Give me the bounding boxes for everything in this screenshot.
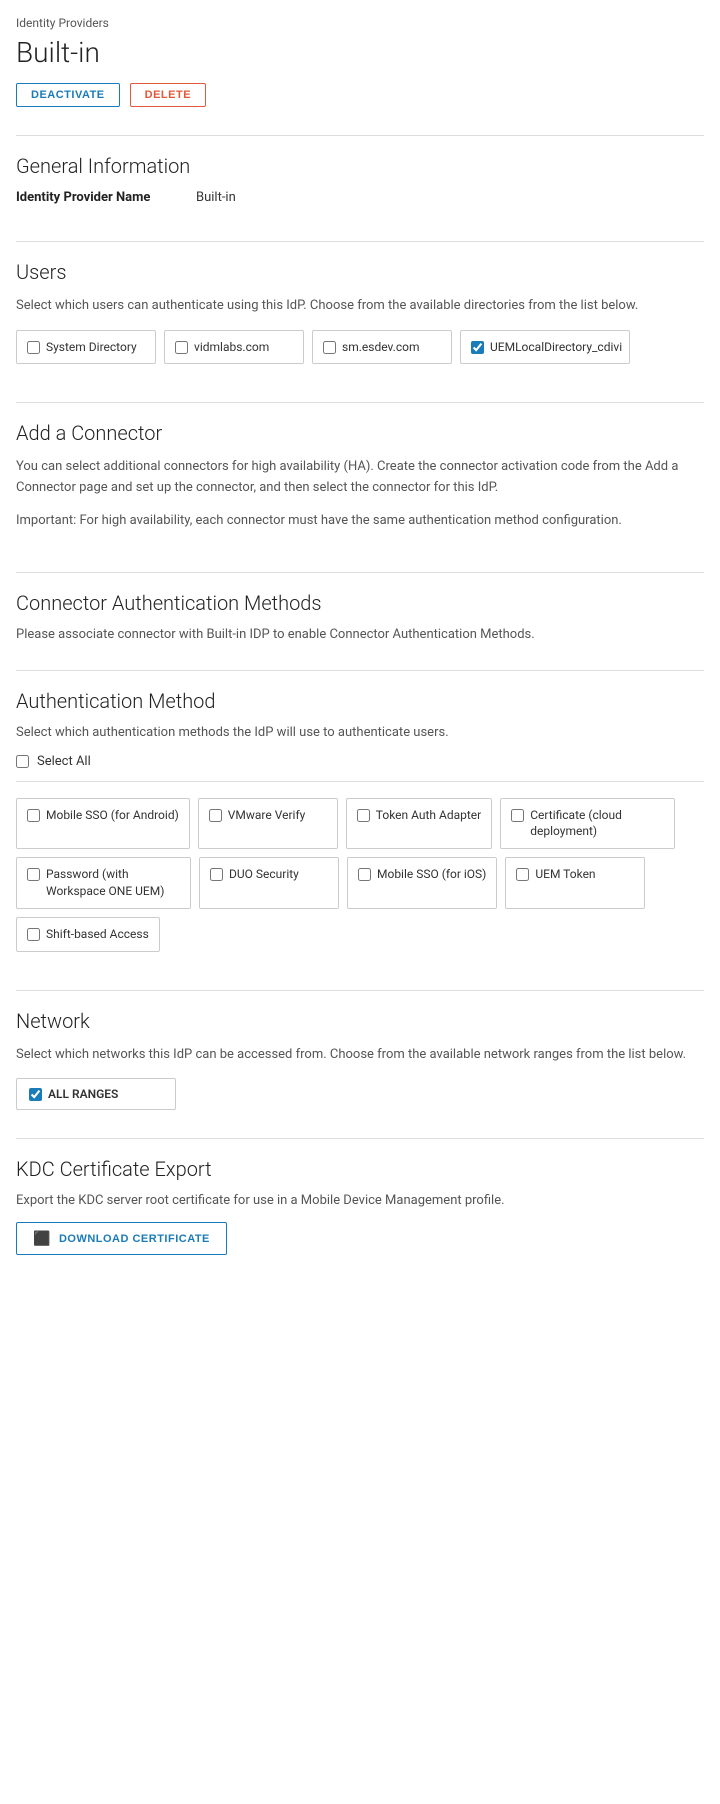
list-item[interactable]: Token Auth Adapter: [346, 798, 492, 850]
auth-label-token-auth: Token Auth Adapter: [376, 807, 481, 824]
auth-checkbox-mobile-sso-ios[interactable]: [358, 868, 371, 881]
divider-3: [16, 402, 704, 403]
breadcrumb: Identity Providers: [16, 16, 704, 30]
auth-checkbox-uem-token[interactable]: [516, 868, 529, 881]
auth-label-mobile-sso-android: Mobile SSO (for Android): [46, 807, 179, 824]
kdc-title: KDC Certificate Export: [16, 1157, 704, 1181]
list-item[interactable]: UEMLocalDirectory_cdivi: [460, 330, 630, 365]
list-item[interactable]: System Directory: [16, 330, 156, 365]
divider-6: [16, 990, 704, 991]
network-section: Network Select which networks this IdP c…: [16, 1009, 704, 1121]
list-item[interactable]: VMware Verify: [198, 798, 338, 850]
directory-checkbox-vidmlabs[interactable]: [175, 341, 188, 354]
auth-label-uem-token: UEM Token: [535, 866, 595, 883]
list-item[interactable]: ALL RANGES: [16, 1078, 176, 1110]
list-item[interactable]: Mobile SSO (for iOS): [347, 857, 497, 909]
auth-checkbox-mobile-sso-android[interactable]: [27, 809, 40, 822]
auth-checkbox-duo-security[interactable]: [210, 868, 223, 881]
auth-label-certificate-cloud: Certificate (cloud deployment): [530, 807, 664, 841]
divider-1: [16, 135, 704, 136]
auth-label-shift-based: Shift-based Access: [46, 926, 149, 943]
identity-provider-name-value: Built-in: [196, 190, 236, 205]
deactivate-button[interactable]: DEACTIVATE: [16, 83, 120, 107]
auth-checkbox-password-uem[interactable]: [27, 868, 40, 881]
connector-auth-title: Connector Authentication Methods: [16, 591, 704, 615]
list-item[interactable]: DUO Security: [199, 857, 339, 909]
directory-checkbox-smesdev[interactable]: [323, 341, 336, 354]
delete-button[interactable]: DELETE: [130, 83, 206, 107]
download-certificate-label: DOWNLOAD CERTIFICATE: [59, 1233, 210, 1245]
auth-label-duo-security: DUO Security: [229, 866, 299, 883]
users-section: Users Select which users can authenticat…: [16, 260, 704, 384]
network-title: Network: [16, 1009, 704, 1033]
auth-checkbox-shift-based[interactable]: [27, 928, 40, 941]
directory-label-smesdev: sm.esdev.com: [342, 339, 420, 356]
select-all-checkbox[interactable]: [16, 755, 29, 768]
action-buttons: DEACTIVATE DELETE: [16, 83, 704, 107]
auth-checkbox-token-auth[interactable]: [357, 809, 370, 822]
users-description: Select which users can authenticate usin…: [16, 296, 704, 316]
directory-label-uemlocaldir: UEMLocalDirectory_cdivi: [490, 339, 622, 356]
add-connector-desc2: Important: For high availability, each c…: [16, 511, 704, 532]
directory-label-system: System Directory: [46, 339, 137, 356]
list-item[interactable]: UEM Token: [505, 857, 645, 909]
auth-method-title: Authentication Method: [16, 689, 704, 713]
users-title: Users: [16, 260, 704, 284]
divider-5: [16, 670, 704, 671]
kdc-section: KDC Certificate Export Export the KDC se…: [16, 1157, 704, 1265]
list-item[interactable]: Password (with Workspace ONE UEM): [16, 857, 191, 909]
directory-checkbox-system[interactable]: [27, 341, 40, 354]
identity-provider-name-label: Identity Provider Name: [16, 190, 176, 205]
connector-auth-desc: Please associate connector with Built-in…: [16, 627, 704, 642]
select-all-row: Select All: [16, 754, 704, 782]
general-info-title: General Information: [16, 154, 704, 178]
divider-2: [16, 241, 704, 242]
auth-method-section: Authentication Method Select which authe…: [16, 689, 704, 972]
directory-label-vidmlabs: vidmlabs.com: [194, 339, 269, 356]
list-item[interactable]: Mobile SSO (for Android): [16, 798, 190, 850]
download-icon: ⬛: [33, 1230, 51, 1247]
add-connector-desc1: You can select additional connectors for…: [16, 457, 704, 499]
list-item[interactable]: sm.esdev.com: [312, 330, 452, 365]
download-certificate-button[interactable]: ⬛ DOWNLOAD CERTIFICATE: [16, 1222, 227, 1255]
network-all-ranges-checkbox[interactable]: [29, 1088, 42, 1101]
auth-method-description: Select which authentication methods the …: [16, 725, 704, 740]
connector-auth-section: Connector Authentication Methods Please …: [16, 591, 704, 652]
network-all-ranges-label: ALL RANGES: [48, 1087, 118, 1101]
divider-7: [16, 1138, 704, 1139]
list-item[interactable]: vidmlabs.com: [164, 330, 304, 365]
auth-label-vmware-verify: VMware Verify: [228, 807, 306, 824]
auth-label-password-uem: Password (with Workspace ONE UEM): [46, 866, 180, 900]
network-description: Select which networks this IdP can be ac…: [16, 1045, 704, 1065]
auth-methods-grid: Mobile SSO (for Android) VMware Verify T…: [16, 798, 704, 952]
directory-checkbox-uemlocaldir[interactable]: [471, 341, 484, 354]
kdc-description: Export the KDC server root certificate f…: [16, 1193, 704, 1208]
identity-provider-name-row: Identity Provider Name Built-in: [16, 190, 704, 205]
list-item[interactable]: Shift-based Access: [16, 917, 160, 952]
auth-checkbox-certificate-cloud[interactable]: [511, 809, 524, 822]
auth-checkbox-vmware-verify[interactable]: [209, 809, 222, 822]
list-item[interactable]: Certificate (cloud deployment): [500, 798, 675, 850]
auth-label-mobile-sso-ios: Mobile SSO (for iOS): [377, 866, 486, 883]
general-info-section: General Information Identity Provider Na…: [16, 154, 704, 223]
add-connector-title: Add a Connector: [16, 421, 704, 445]
add-connector-section: Add a Connector You can select additiona…: [16, 421, 704, 553]
directories-grid: System Directory vidmlabs.com sm.esdev.c…: [16, 330, 704, 365]
select-all-label: Select All: [37, 754, 91, 769]
divider-4: [16, 572, 704, 573]
page-title: Built-in: [16, 36, 704, 69]
